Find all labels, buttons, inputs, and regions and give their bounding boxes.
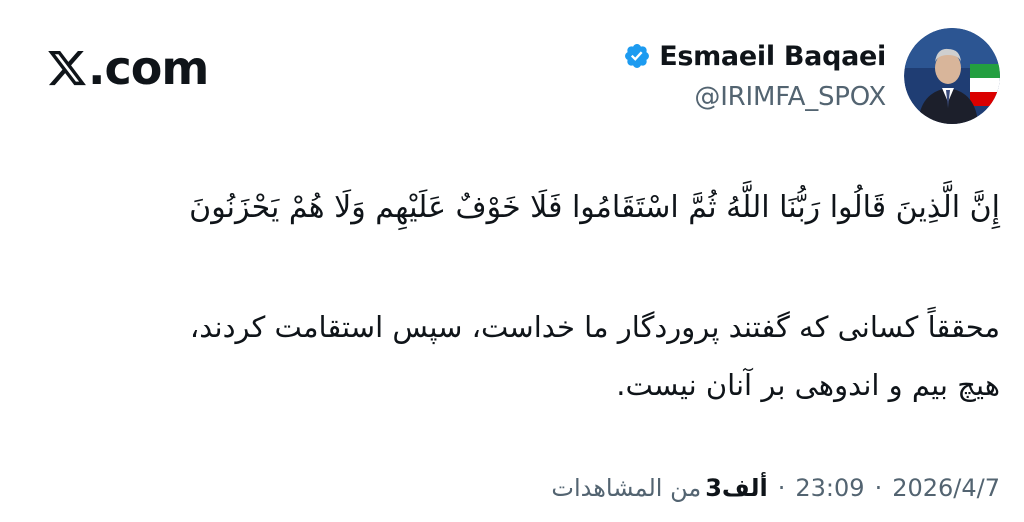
tweet-date[interactable]: 2026/4/7 — [892, 474, 1000, 502]
tweet-text: إِنَّ الَّذِينَ قَالُوا رَبُّنَا اللَّهُ… — [40, 168, 1000, 414]
avatar[interactable] — [904, 28, 1000, 124]
meta-separator: · — [874, 474, 883, 502]
tweet-verse: إِنَّ الَّذِينَ قَالُوا رَبُّنَا اللَّهُ… — [189, 190, 1000, 225]
tweet-translation-line: محققاً کسانی که گفتند پروردگار ما خداست،… — [189, 310, 1000, 344]
x-logo-icon — [48, 50, 86, 86]
tweet-meta: من المشاهدات 3ألف · 23:09 · 2026/4/7 — [486, 468, 1000, 508]
author-name-row: Esmaeil Baqaei — [623, 41, 886, 72]
tweet-translation: محققاً کسانی که گفتند پروردگار ما خداست،… — [40, 298, 1000, 414]
author-handle[interactable]: @IRIMFA_SPOX — [623, 82, 886, 112]
tweet-author[interactable]: Esmaeil Baqaei @IRIMFA_SPOX — [623, 28, 1000, 124]
verified-badge-icon — [625, 44, 650, 68]
author-name[interactable]: Esmaeil Baqaei — [659, 41, 886, 72]
views-count[interactable]: 3ألف — [705, 474, 768, 502]
brand-header[interactable]: .com — [46, 36, 209, 100]
tweet-time[interactable]: 23:09 — [795, 474, 864, 502]
meta-separator: · — [777, 474, 786, 502]
tweet-translation-line: هیچ بیم و اندوهی بر آنان نیست. — [616, 368, 1000, 402]
author-info: Esmaeil Baqaei @IRIMFA_SPOX — [623, 41, 886, 112]
views-label: من المشاهدات — [551, 474, 702, 502]
brand-domain-text: .com — [88, 41, 209, 95]
